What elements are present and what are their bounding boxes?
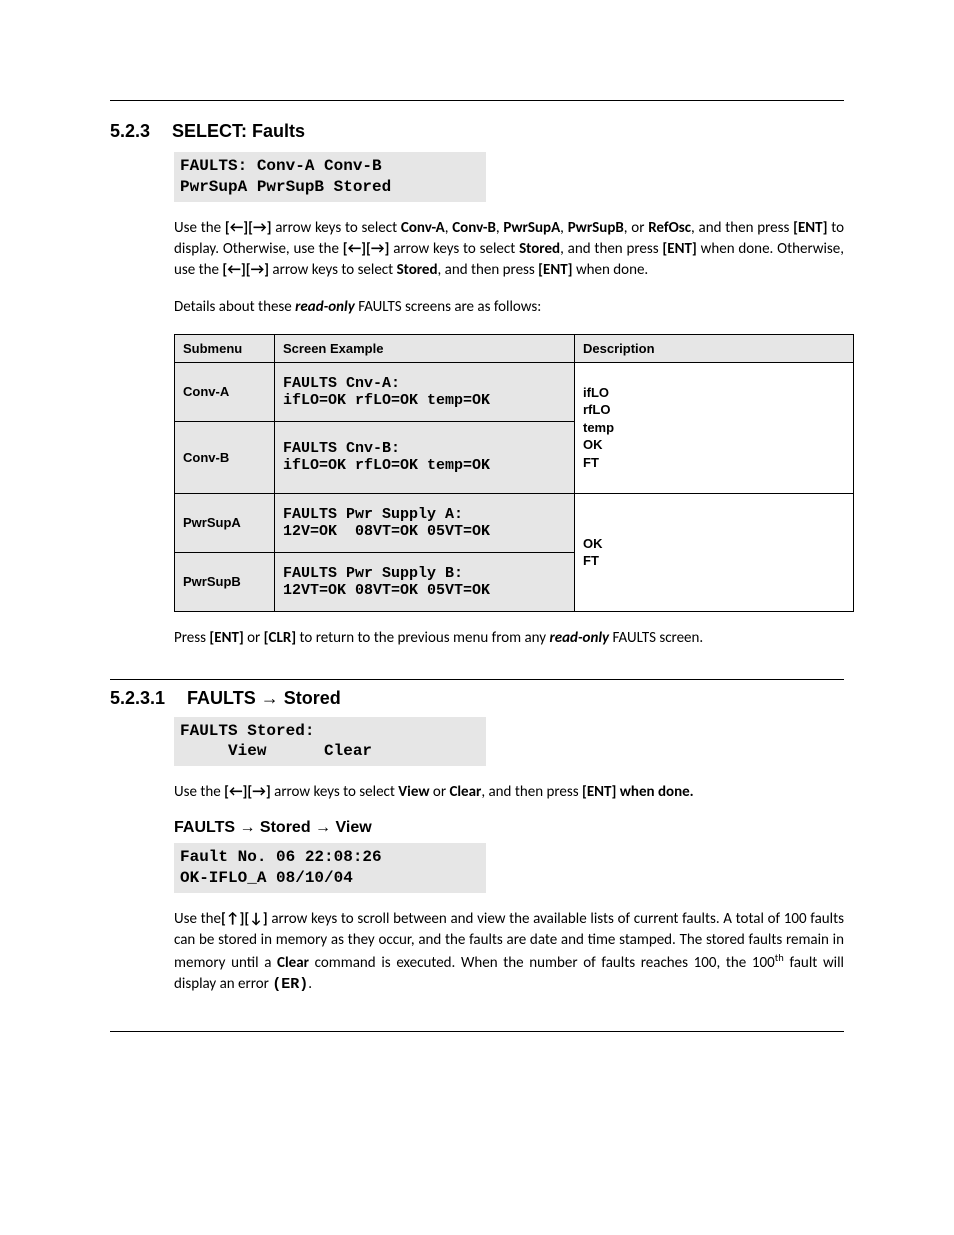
cell-submenu: PwrSupB bbox=[175, 552, 275, 611]
section-number: 5.2.3 bbox=[110, 121, 150, 142]
screen-example-stored: FAULTS Stored: View Clear bbox=[174, 717, 486, 767]
cell-screen: FAULTS Pwr Supply A: 12V=OK 08VT=OK 05VT… bbox=[275, 493, 575, 552]
cell-screen: FAULTS Cnv-A: ifLO=OK rfLO=OK temp=OK bbox=[275, 362, 575, 421]
table-header-row: Submenu Screen Example Description bbox=[175, 334, 854, 362]
para-3: Press [ENT] or [CLR] to return to the pr… bbox=[174, 628, 844, 649]
para-5: Use the[↑][↓] arrow keys to scroll betwe… bbox=[174, 909, 844, 995]
section-title: SELECT: Faults bbox=[172, 121, 305, 141]
cell-screen: FAULTS Pwr Supply B: 12VT=OK 08VT=OK 05V… bbox=[275, 552, 575, 611]
table-row: PwrSupA FAULTS Pwr Supply A: 12V=OK 08VT… bbox=[175, 493, 854, 552]
section-number: 5.2.3.1 bbox=[110, 688, 165, 709]
cell-desc: OK FT bbox=[575, 493, 854, 611]
cell-submenu: PwrSupA bbox=[175, 493, 275, 552]
col-screen-example: Screen Example bbox=[275, 334, 575, 362]
arrow-keys-vertical: [↑][↓] bbox=[221, 910, 268, 928]
cell-desc: ifLO rfLO temp OK FT bbox=[575, 362, 854, 493]
arrow-keys: [←][→] bbox=[224, 783, 271, 801]
screen-example-faults: FAULTS: Conv-A Conv-B PwrSupA PwrSupB St… bbox=[174, 152, 486, 202]
section-title-pre: FAULTS bbox=[187, 688, 261, 708]
section-heading-5-2-3: 5.2.3 SELECT: Faults bbox=[110, 121, 844, 142]
arrow-keys: [←][→] bbox=[343, 240, 390, 258]
cell-submenu: Conv-A bbox=[175, 362, 275, 421]
screen-example-view: Fault No. 06 22:08:26 OK-IFLO_A 08/10/04 bbox=[174, 843, 486, 893]
rule-mid bbox=[110, 679, 844, 680]
section-heading-5-2-3-1: 5.2.3.1 FAULTS → Stored bbox=[110, 688, 844, 709]
arrow-right-icon: → bbox=[261, 688, 279, 708]
section-title-post: Stored bbox=[279, 688, 341, 708]
cell-submenu: Conv-B bbox=[175, 421, 275, 493]
para-2: Details about these read-only FAULTS scr… bbox=[174, 297, 844, 318]
rule-bottom bbox=[110, 1031, 844, 1032]
arrow-keys: [←][→] bbox=[222, 261, 269, 279]
para-4: Use the [←][→] arrow keys to select View… bbox=[174, 782, 844, 803]
cell-screen: FAULTS Cnv-B: ifLO=OK rfLO=OK temp=OK bbox=[275, 421, 575, 493]
arrow-keys: [←][→] bbox=[225, 219, 272, 237]
col-description: Description bbox=[575, 334, 854, 362]
arrow-right-icon: → bbox=[239, 819, 255, 836]
para-1: Use the [←][→] arrow keys to select Conv… bbox=[174, 218, 844, 281]
faults-table: Submenu Screen Example Description Conv-… bbox=[174, 334, 854, 612]
table-row: Conv-A FAULTS Cnv-A: ifLO=OK rfLO=OK tem… bbox=[175, 362, 854, 421]
rule-top bbox=[110, 100, 844, 101]
col-submenu: Submenu bbox=[175, 334, 275, 362]
sub-heading-stored-view: FAULTS → Stored → View bbox=[174, 819, 844, 837]
arrow-right-icon: → bbox=[315, 819, 331, 836]
